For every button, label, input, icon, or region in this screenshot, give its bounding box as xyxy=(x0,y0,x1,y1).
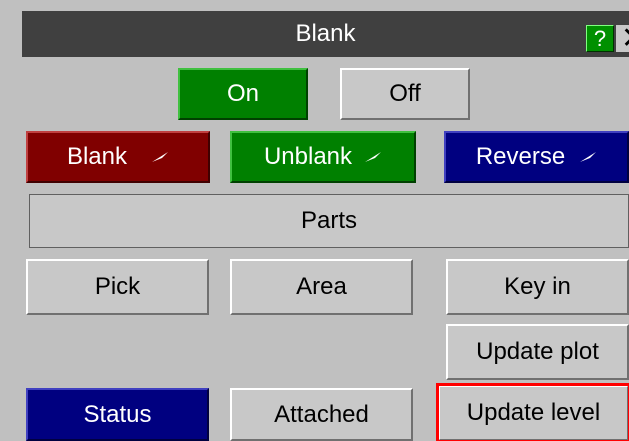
blank-label: Blank xyxy=(66,143,128,170)
menu-arrow-icon xyxy=(364,151,382,163)
off-button[interactable]: Off xyxy=(340,68,470,120)
area-button[interactable]: Area xyxy=(230,259,413,315)
on-button[interactable]: On xyxy=(178,68,308,120)
reverse-label: Reverse xyxy=(475,143,566,170)
update-level-button[interactable]: Update level xyxy=(436,383,629,441)
reverse-button[interactable]: Reverse xyxy=(444,131,629,183)
parts-button[interactable]: Parts xyxy=(29,194,629,248)
unblank-button[interactable]: Unblank xyxy=(230,131,416,183)
menu-arrow-icon xyxy=(579,151,597,163)
update-plot-button[interactable]: Update plot xyxy=(446,324,629,380)
help-button[interactable]: ? xyxy=(586,25,614,52)
attached-button[interactable]: Attached xyxy=(230,388,413,441)
close-button[interactable]: ✕ xyxy=(616,22,629,55)
unblank-label: Unblank xyxy=(263,143,353,170)
close-icon: ✕ xyxy=(621,22,629,55)
panel-title-bar: Blank ? ✕ xyxy=(22,11,629,57)
key-in-button[interactable]: Key in xyxy=(446,259,629,315)
pick-button[interactable]: Pick xyxy=(26,259,209,315)
blank-button[interactable]: Blank xyxy=(26,131,210,183)
status-button[interactable]: Status xyxy=(26,388,209,441)
panel-title: Blank xyxy=(295,20,356,47)
menu-arrow-icon xyxy=(151,151,169,163)
